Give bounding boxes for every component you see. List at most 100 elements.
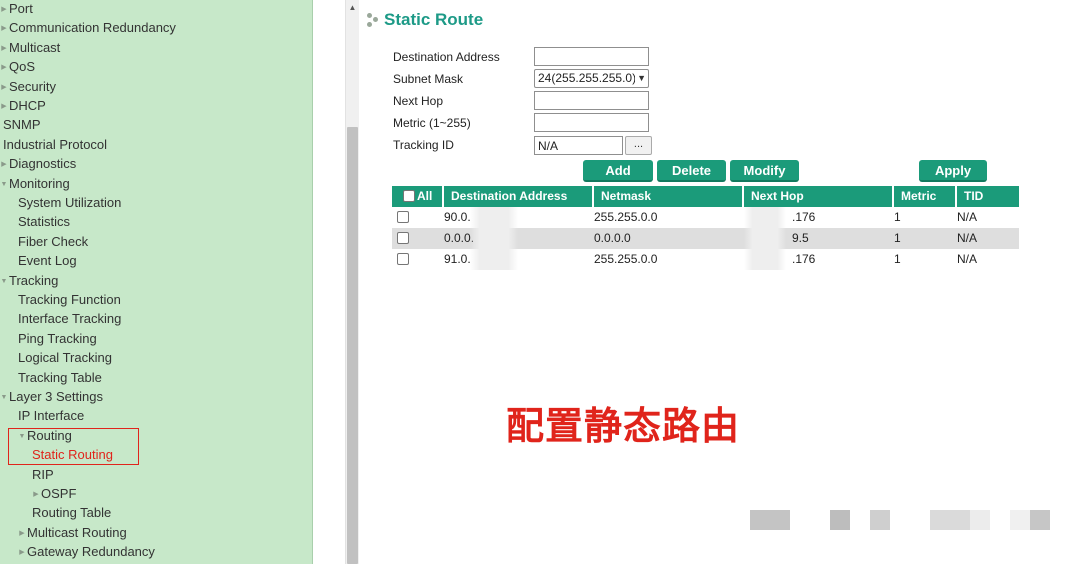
page-title: Static Route xyxy=(384,10,484,29)
nav-item-gateway-redundancy[interactable]: ▶ Gateway Redundancy xyxy=(18,542,155,561)
nav-item-label: Port xyxy=(9,1,33,16)
apply-button[interactable]: Apply xyxy=(919,160,987,182)
nav-item-label: QoS xyxy=(9,59,36,75)
header-all-label: All xyxy=(417,189,433,203)
delete-button[interactable]: Delete xyxy=(657,160,726,182)
nav-item-label: RIP xyxy=(32,466,54,482)
destination-address-label: Destination Address xyxy=(393,50,500,64)
nav-item-label: Static Routing xyxy=(32,447,113,463)
chevron-down-icon: ▼ xyxy=(635,70,646,87)
nav-item-qos[interactable]: ▶ QoS xyxy=(0,57,35,76)
metric-label: Metric (1~255) xyxy=(393,116,471,130)
table-row[interactable]: 91.0. 255.255.0.0 .176 1 N/A xyxy=(392,249,1019,270)
cell-tid: N/A xyxy=(957,252,978,266)
redaction-blur xyxy=(744,207,786,228)
nav-item-multicast-routing[interactable]: ▶ Multicast Routing xyxy=(18,523,127,542)
cell-dest: 90.0. xyxy=(444,210,471,224)
nav-item-port[interactable]: ▶ Port xyxy=(0,0,33,18)
nav-item-statistics[interactable]: Statistics xyxy=(18,212,70,231)
caret-right-icon: ▶ xyxy=(1,44,7,52)
destination-address-input[interactable] xyxy=(534,47,649,66)
nav-item-layer-3-settings[interactable]: ▼ Layer 3 Settings xyxy=(0,387,103,406)
nav-item-ping-tracking[interactable]: Ping Tracking xyxy=(18,329,97,348)
nav-item-dhcp[interactable]: ▶ DHCP xyxy=(0,96,46,115)
nav-item-label: Multicast Routing xyxy=(27,524,127,540)
nav-item-label: Routing Table xyxy=(32,505,112,521)
nav-item-label: Ping Tracking xyxy=(18,330,97,346)
nav-item-label: Gateway Redundancy xyxy=(27,544,155,560)
nav-item-communication-redundancy[interactable]: ▶ Communication Redundancy xyxy=(0,18,176,37)
nav-item-rip[interactable]: RIP xyxy=(32,465,54,484)
nav-item-label: Tracking xyxy=(9,272,59,288)
select-all-checkbox[interactable] xyxy=(403,190,415,202)
caret-right-icon: ▶ xyxy=(19,529,25,537)
header-select-all[interactable]: All xyxy=(392,186,444,207)
redaction-blur xyxy=(470,207,518,228)
caret-down-icon: ▼ xyxy=(0,277,8,285)
nav-item-multicast[interactable]: ▶ Multicast xyxy=(0,38,60,57)
next-hop-input[interactable] xyxy=(534,91,649,110)
cell-tid: N/A xyxy=(957,210,978,224)
cell-metric: 1 xyxy=(894,231,901,245)
nav-item-diagnostics[interactable]: ▶ Diagnostics xyxy=(0,154,76,173)
tracking-id-browse-button[interactable]: ... xyxy=(625,136,652,155)
redaction-blur xyxy=(470,249,518,270)
nav-item-ospf[interactable]: ▶ OSPF xyxy=(32,484,76,503)
caret-right-icon: ▶ xyxy=(1,64,7,72)
nav-item-label: Layer 3 Settings xyxy=(9,389,103,404)
subnet-mask-value: 24(255.255.255.0) xyxy=(538,71,637,85)
metric-input[interactable] xyxy=(534,113,649,132)
nav-item-label: Security xyxy=(9,78,56,94)
nav-item-security[interactable]: ▶ Security xyxy=(0,77,56,96)
nav-item-monitoring[interactable]: ▼ Monitoring xyxy=(0,174,70,193)
table-row[interactable]: 0.0.0. 0.0.0.0 9.5 1 N/A xyxy=(392,228,1019,249)
cell-nexthop: .176 xyxy=(792,210,816,224)
nav-item-label: Communication Redundancy xyxy=(9,20,176,36)
tracking-id-input[interactable] xyxy=(534,136,623,155)
nav-item-logical-tracking[interactable]: Logical Tracking xyxy=(18,348,112,367)
subnet-mask-select[interactable]: 24(255.255.255.0) ▼ xyxy=(534,69,649,88)
caret-down-icon: ▼ xyxy=(0,180,8,188)
tracking-id-label: Tracking ID xyxy=(393,138,454,152)
vertical-scrollbar[interactable]: ▲ xyxy=(345,0,359,564)
row-checkbox[interactable] xyxy=(397,232,409,244)
cell-netmask: 255.255.0.0 xyxy=(594,210,658,224)
caret-right-icon: ▶ xyxy=(19,549,25,557)
nav-item-industrial-protocol[interactable]: Industrial Protocol xyxy=(3,135,107,154)
cell-netmask: 255.255.0.0 xyxy=(594,252,658,266)
table-header-row: All Destination Address Netmask Next Hop… xyxy=(392,186,1019,207)
cell-nexthop: .176 xyxy=(792,252,816,266)
scrollbar-thumb[interactable] xyxy=(347,127,358,564)
nav-item-label: Logical Tracking xyxy=(18,350,112,366)
row-checkbox[interactable] xyxy=(397,253,409,265)
nav-item-routing[interactable]: ▼ Routing xyxy=(18,426,72,445)
nav-item-fiber-check[interactable]: Fiber Check xyxy=(18,232,88,251)
nav-item-tracking-table[interactable]: Tracking Table xyxy=(18,368,102,387)
nav-item-interface-tracking[interactable]: Interface Tracking xyxy=(18,309,121,328)
header-netmask: Netmask xyxy=(594,186,744,207)
nav-item-label: DHCP xyxy=(9,98,46,113)
row-checkbox[interactable] xyxy=(397,211,409,223)
scroll-up-arrow-icon[interactable]: ▲ xyxy=(346,2,359,14)
redaction-blur xyxy=(744,249,786,270)
caret-right-icon: ▶ xyxy=(33,491,39,499)
nav-item-system-utilization[interactable]: System Utilization xyxy=(18,193,121,212)
add-button[interactable]: Add xyxy=(583,160,653,182)
modify-button[interactable]: Modify xyxy=(730,160,799,182)
nav-item-ip-interface[interactable]: IP Interface xyxy=(18,406,84,425)
nav-item-label: SNMP xyxy=(3,117,41,133)
nav-item-static-routing[interactable]: Static Routing xyxy=(32,445,113,464)
nav-item-label: Industrial Protocol xyxy=(3,136,108,152)
caret-down-icon: ▼ xyxy=(0,394,8,402)
nav-item-label: Tracking Function xyxy=(18,292,121,307)
nav-item-tracking-function[interactable]: Tracking Function xyxy=(18,290,121,309)
header-next-hop: Next Hop xyxy=(744,186,894,207)
nav-item-tracking[interactable]: ▼ Tracking xyxy=(0,271,59,290)
nav-item-routing-table[interactable]: Routing Table xyxy=(32,503,111,522)
table-row[interactable]: 90.0. 255.255.0.0 .176 1 N/A xyxy=(392,207,1019,228)
nav-item-snmp[interactable]: SNMP xyxy=(3,115,41,134)
nav-item-event-log[interactable]: Event Log xyxy=(18,251,77,270)
nav-item-label: Event Log xyxy=(18,253,77,269)
redaction-blur xyxy=(470,228,518,249)
page-title-dots-icon xyxy=(367,11,381,29)
